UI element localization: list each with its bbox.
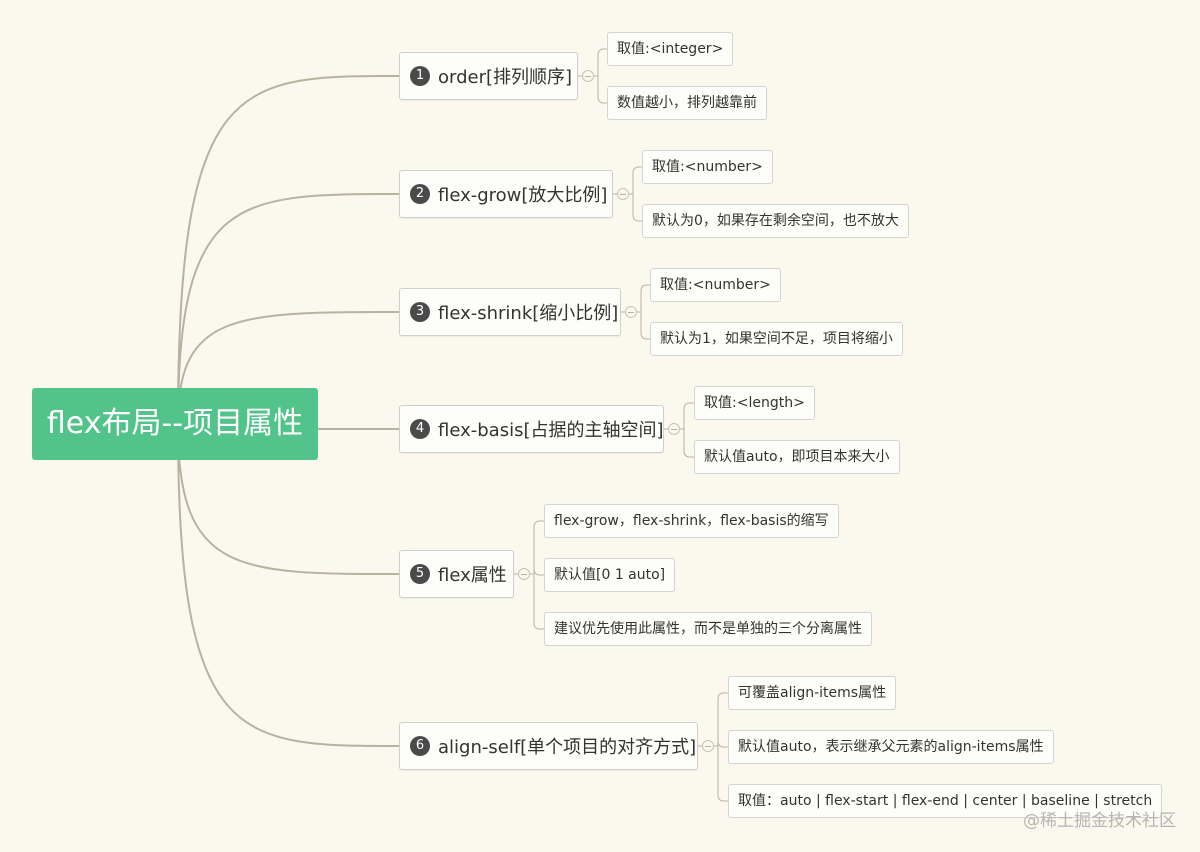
root-node[interactable]: flex布局--项目属性: [32, 388, 318, 460]
collapse-toggle-icon[interactable]: [582, 70, 594, 82]
branch-align-self[interactable]: 6 align-self[单个项目的对齐方式]: [399, 722, 698, 770]
leaf-order-desc[interactable]: 数值越小，排列越靠前: [607, 86, 767, 120]
watermark: @稀土掘金技术社区: [1023, 811, 1176, 831]
leaf-order-value[interactable]: 取值:<integer>: [607, 32, 734, 66]
leaf-link: [683, 450, 694, 458]
collapse-toggle-icon[interactable]: [668, 423, 680, 435]
number-badge: 5: [410, 564, 430, 584]
collapse-toggle-icon[interactable]: [625, 306, 637, 318]
number-badge: 6: [410, 736, 430, 756]
leaf-flex-shorthand[interactable]: flex-grow，flex-shrink，flex-basis的缩写: [544, 504, 839, 538]
branch-label: flex-grow[放大比例]: [438, 185, 608, 206]
branch-flex-basis[interactable]: 4 flex-basis[占据的主轴空间]: [399, 405, 664, 453]
leaf-align-override[interactable]: 可覆盖align-items属性: [728, 676, 897, 710]
root-link: [177, 425, 400, 747]
leaf-basis-desc[interactable]: 默认值auto，即项目本来大小: [694, 440, 900, 474]
leaf-shrink-value[interactable]: 取值:<number>: [650, 268, 781, 302]
leaf-link: [640, 284, 650, 292]
branch-flex[interactable]: 5 flex属性: [399, 550, 514, 598]
branch-flex-grow[interactable]: 2 flex-grow[放大比例]: [399, 170, 613, 218]
leaf-link: [533, 520, 544, 528]
leaf-flex-default[interactable]: 默认值[0 1 auto]: [544, 558, 676, 592]
leaf-link: [533, 568, 544, 576]
leaf-grow-value[interactable]: 取值:<number>: [642, 150, 773, 184]
leaf-link: [632, 214, 642, 222]
number-badge: 1: [410, 66, 430, 86]
branch-order[interactable]: 1 order[排列顺序]: [399, 52, 578, 100]
leaf-link: [632, 166, 642, 174]
collapse-toggle-icon[interactable]: [617, 188, 629, 200]
number-badge: 2: [410, 184, 430, 204]
branch-flex-shrink[interactable]: 3 flex-shrink[缩小比例]: [399, 288, 621, 336]
collapse-toggle-icon[interactable]: [702, 740, 714, 752]
mind-map-canvas: flex布局--项目属性 1 order[排列顺序] 取值:<integer> …: [0, 0, 1200, 852]
branch-label: flex属性: [438, 565, 507, 586]
leaf-link: [717, 740, 728, 748]
leaf-basis-value[interactable]: 取值:<length>: [694, 386, 815, 420]
number-badge: 3: [410, 302, 430, 322]
leaf-shrink-desc[interactable]: 默认为1，如果空间不足，项目将缩小: [650, 322, 903, 356]
leaf-link: [683, 402, 694, 410]
leaf-link: [597, 48, 607, 56]
number-badge: 4: [410, 419, 430, 439]
leaf-align-default[interactable]: 默认值auto，表示继承父元素的align-items属性: [728, 730, 1054, 764]
collapse-toggle-icon[interactable]: [518, 568, 530, 580]
leaf-flex-advice[interactable]: 建议优先使用此属性，而不是单独的三个分离属性: [544, 612, 872, 646]
leaf-grow-desc[interactable]: 默认为0，如果存在剩余空间，也不放大: [642, 204, 909, 238]
branch-label: order[排列顺序]: [438, 67, 573, 88]
leaf-link: [717, 692, 728, 700]
leaf-link: [640, 332, 650, 340]
root-link: [177, 75, 400, 423]
branch-label: flex-shrink[缩小比例]: [438, 303, 619, 324]
branch-label: flex-basis[占据的主轴空间]: [438, 420, 664, 441]
leaf-link: [533, 622, 544, 630]
leaf-link: [717, 794, 728, 802]
leaf-link: [597, 96, 607, 104]
branch-label: align-self[单个项目的对齐方式]: [438, 737, 697, 758]
